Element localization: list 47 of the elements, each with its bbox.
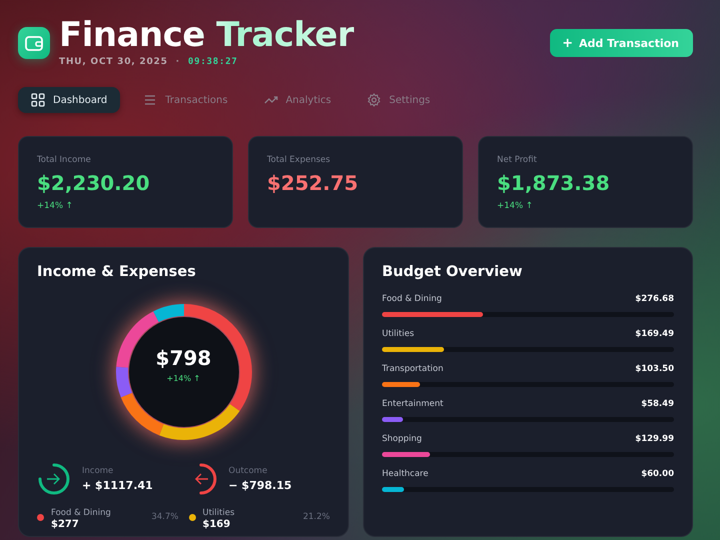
legend-label: Food & Dining xyxy=(51,508,111,518)
nav-tab[interactable]: Analytics xyxy=(250,87,344,113)
change-text: +14% ↑ xyxy=(166,374,202,383)
budget-amount: $103.50 xyxy=(635,364,674,374)
stat-value: $2,230.20 xyxy=(37,171,151,195)
stat-value: $252.75 xyxy=(267,171,360,195)
nav-tab[interactable]: Settings xyxy=(354,87,444,113)
flow-label: Outcome xyxy=(228,466,268,476)
legend-label: Utilities xyxy=(202,508,234,518)
flow-amount: + $1117.41 xyxy=(82,479,153,492)
grid-icon xyxy=(31,93,45,107)
budget-label: Healthcare xyxy=(382,469,428,479)
change-text: +14% ↑ xyxy=(497,201,534,211)
wallet-icon xyxy=(18,27,50,59)
card-title: Income & Expenses xyxy=(37,264,197,280)
budget-label: Entertainment xyxy=(382,399,444,409)
stat-label: Total Income xyxy=(37,155,92,165)
budget-label: Utilities xyxy=(382,329,414,339)
budget-label: Food & Dining xyxy=(382,294,442,304)
change-text: +14% ↑ xyxy=(37,201,74,211)
flow-amount: − $798.15 xyxy=(228,479,292,492)
budget-amount: $60.00 xyxy=(641,469,674,479)
stat-label: Net Profit xyxy=(497,155,538,165)
add-transaction-button[interactable]: + Add Transaction xyxy=(550,29,693,57)
budget-label: Transportation xyxy=(382,364,444,374)
flow-label: Income xyxy=(82,466,114,476)
budget-amount: $129.99 xyxy=(635,434,674,444)
budget-amount: $169.49 xyxy=(635,329,674,339)
list-icon xyxy=(143,93,158,107)
separator-dot: · xyxy=(176,57,180,67)
total-value: $798 xyxy=(154,346,212,370)
nav-tab[interactable]: Transactions xyxy=(130,87,241,113)
legend-amount: $169 xyxy=(202,519,232,530)
stat-label: Total Expenses xyxy=(267,155,332,165)
budget-label: Shopping xyxy=(382,434,422,444)
gear-icon xyxy=(367,93,382,107)
card-title: Budget Overview xyxy=(382,264,524,280)
clock-text: 09:38:27 xyxy=(188,57,238,67)
legend-amount: $277 xyxy=(51,519,80,530)
right-arrow-ring-icon xyxy=(37,462,71,496)
nav-tab[interactable]: Dashboard xyxy=(18,87,120,113)
date-text: THU, OCT 30, 2025 xyxy=(59,57,168,67)
budget-amount: $58.49 xyxy=(641,399,674,409)
budget-amount: $276.68 xyxy=(635,294,674,304)
legend-percent: 34.7% xyxy=(151,512,178,522)
legend-percent: 21.2% xyxy=(302,512,330,522)
stat-value: $1,873.38 xyxy=(497,171,611,195)
